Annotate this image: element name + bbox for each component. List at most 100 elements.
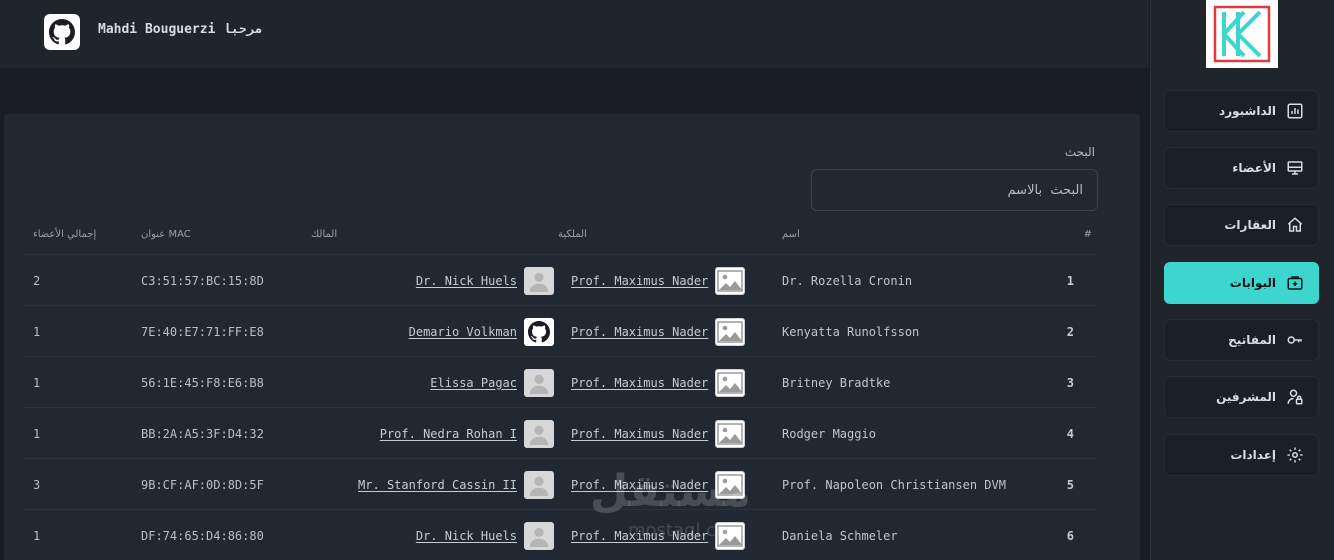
table-row: 6 Daniela Schmeler Prof. Maximus Nader Dr. … xyxy=(24,509,1096,560)
user-avatar-icon xyxy=(524,266,554,295)
ownership-link[interactable]: Prof. Maximus Nader xyxy=(571,427,708,441)
gate-name: Dr. Rozella Cronin xyxy=(782,273,913,288)
total-members: 1 xyxy=(33,528,41,543)
sidebar-item-label: إعدادات xyxy=(1230,448,1276,462)
sidebar-item-settings[interactable]: إعدادات xyxy=(1164,434,1319,476)
gate-icon xyxy=(1287,276,1303,290)
column-header-name: اسم xyxy=(782,229,800,240)
gate-name: Britney Bradtke xyxy=(782,375,891,390)
owner-link[interactable]: Dr. Nick Huels xyxy=(416,529,517,543)
total-members: 2 xyxy=(33,273,41,288)
total-members: 1 xyxy=(33,426,41,441)
top-header: مرحبا Mahdi Bouguerzi xyxy=(0,0,1149,68)
ownership-cell: Prof. Maximus Nader xyxy=(571,459,746,510)
owner-link[interactable]: Mr. Stanford Cassin II xyxy=(358,478,517,492)
sidebar-item-keys[interactable]: المفاتيح xyxy=(1164,319,1319,361)
search-input[interactable] xyxy=(811,169,1098,211)
sidebar-item-admins[interactable]: المشرفين xyxy=(1164,376,1319,418)
sidebar: الداشبورد الأعضاء العقارات البوابات المف… xyxy=(1150,0,1334,560)
owner-cell: Elissa Pagac xyxy=(430,357,554,408)
image-placeholder-icon xyxy=(715,521,746,550)
column-header-total: إجمالي الأعضاء xyxy=(33,229,97,240)
row-number: 2 xyxy=(1066,324,1074,339)
ownership-link[interactable]: Prof. Maximus Nader xyxy=(571,274,708,288)
ownership-link[interactable]: Prof. Maximus Nader xyxy=(571,376,708,390)
owner-link[interactable]: Dr. Nick Huels xyxy=(416,274,517,288)
sidebar-item-label: الأعضاء xyxy=(1232,161,1276,175)
owner-cell: Dr. Nick Huels xyxy=(416,255,554,306)
table-row: 2 Kenyatta Runolfsson Prof. Maximus Nader D… xyxy=(24,305,1096,356)
sidebar-item-gates[interactable]: البوابات xyxy=(1164,262,1319,304)
mac-address: C3:51:57:BC:15:8D xyxy=(141,273,264,288)
user-avatar-icon xyxy=(524,470,554,499)
mac-address: 7E:40:E7:71:FF:E8 xyxy=(141,324,264,339)
welcome-text: مرحبا Mahdi Bouguerzi xyxy=(98,22,263,37)
user-avatar-icon xyxy=(524,368,554,397)
ownership-cell: Prof. Maximus Nader xyxy=(571,510,746,560)
github-icon xyxy=(524,317,554,346)
owner-link[interactable]: Demario Volkman xyxy=(409,325,517,339)
total-members: 1 xyxy=(33,375,41,390)
table-row: 4 Rodger Maggio Prof. Maximus Nader Prof. N… xyxy=(24,407,1096,458)
image-placeholder-icon xyxy=(715,419,746,448)
owner-link[interactable]: Elissa Pagac xyxy=(430,376,517,390)
sidebar-item-members[interactable]: الأعضاء xyxy=(1164,147,1319,189)
ownership-link[interactable]: Prof. Maximus Nader xyxy=(571,325,708,339)
row-number: 6 xyxy=(1066,528,1074,543)
mac-address: 56:1E:45:F8:E6:B8 xyxy=(141,375,264,390)
mac-address: DF:74:65:D4:86:80 xyxy=(141,528,264,543)
sidebar-item-label: البوابات xyxy=(1229,276,1276,290)
column-header-mac: عنوان MAC xyxy=(141,229,191,240)
column-header-num: # xyxy=(1083,229,1092,240)
gate-name: Rodger Maggio xyxy=(782,426,876,441)
ownership-cell: Prof. Maximus Nader xyxy=(571,357,746,408)
sidebar-item-label: العقارات xyxy=(1224,218,1276,232)
row-number: 5 xyxy=(1066,477,1074,492)
owner-cell: Mr. Stanford Cassin II xyxy=(358,459,554,510)
gate-name: Prof. Napoleon Christiansen DVM xyxy=(782,477,1006,492)
gate-name: Kenyatta Runolfsson xyxy=(782,324,920,339)
table-row: 3 Britney Bradtke Prof. Maximus Nader Eliss… xyxy=(24,356,1096,407)
row-number: 3 xyxy=(1066,375,1074,390)
image-placeholder-icon xyxy=(715,470,746,499)
owner-link[interactable]: Prof. Nedra Rohan I xyxy=(380,427,517,441)
sidebar-item-properties[interactable]: العقارات xyxy=(1164,204,1319,246)
total-members: 1 xyxy=(33,324,41,339)
sidebar-item-label: الداشبورد xyxy=(1219,104,1276,118)
user-avatar-icon xyxy=(524,521,554,550)
owner-cell: Demario Volkman xyxy=(409,306,554,357)
owner-cell: Dr. Nick Huels xyxy=(416,510,554,560)
row-number: 1 xyxy=(1066,273,1074,288)
monitor-icon xyxy=(1287,161,1303,175)
total-members: 3 xyxy=(33,477,41,492)
table-row: 1 Dr. Rozella Cronin Prof. Maximus Nader Dr… xyxy=(24,254,1096,305)
sidebar-item-dashboard[interactable]: الداشبورد xyxy=(1164,90,1319,132)
key-icon xyxy=(1287,336,1302,344)
mac-address: 9B:CF:AF:0D:8D:5F xyxy=(141,477,264,492)
sidebar-item-label: المشرفين xyxy=(1216,390,1276,404)
ownership-link[interactable]: Prof. Maximus Nader xyxy=(571,529,708,543)
mac-address: BB:2A:A5:3F:D4:32 xyxy=(141,426,264,441)
image-placeholder-icon xyxy=(715,266,746,295)
chart-icon xyxy=(1287,103,1303,119)
sidebar-item-label: المفاتيح xyxy=(1228,333,1276,347)
image-placeholder-icon xyxy=(715,368,746,397)
user-avatar-icon xyxy=(524,419,554,448)
image-placeholder-icon xyxy=(715,317,746,346)
github-icon[interactable] xyxy=(44,14,80,50)
gate-name: Daniela Schmeler xyxy=(782,528,898,543)
column-header-owner: المالك xyxy=(311,229,338,240)
brand-logo[interactable] xyxy=(1206,0,1278,68)
search-label: البحث xyxy=(1064,145,1095,159)
ownership-cell: Prof. Maximus Nader xyxy=(571,408,746,459)
user-lock-icon xyxy=(1287,389,1303,405)
ownership-cell: Prof. Maximus Nader xyxy=(571,306,746,357)
column-header-ownership: الملكية xyxy=(558,229,587,240)
gates-panel: البحث # اسم الملكية المالك عنوان MAC إجم… xyxy=(4,114,1140,560)
home-icon xyxy=(1287,217,1303,232)
owner-cell: Prof. Nedra Rohan I xyxy=(380,408,554,459)
row-number: 4 xyxy=(1066,426,1074,441)
gear-icon xyxy=(1287,447,1303,463)
ownership-link[interactable]: Prof. Maximus Nader xyxy=(571,478,708,492)
ownership-cell: Prof. Maximus Nader xyxy=(571,255,746,306)
